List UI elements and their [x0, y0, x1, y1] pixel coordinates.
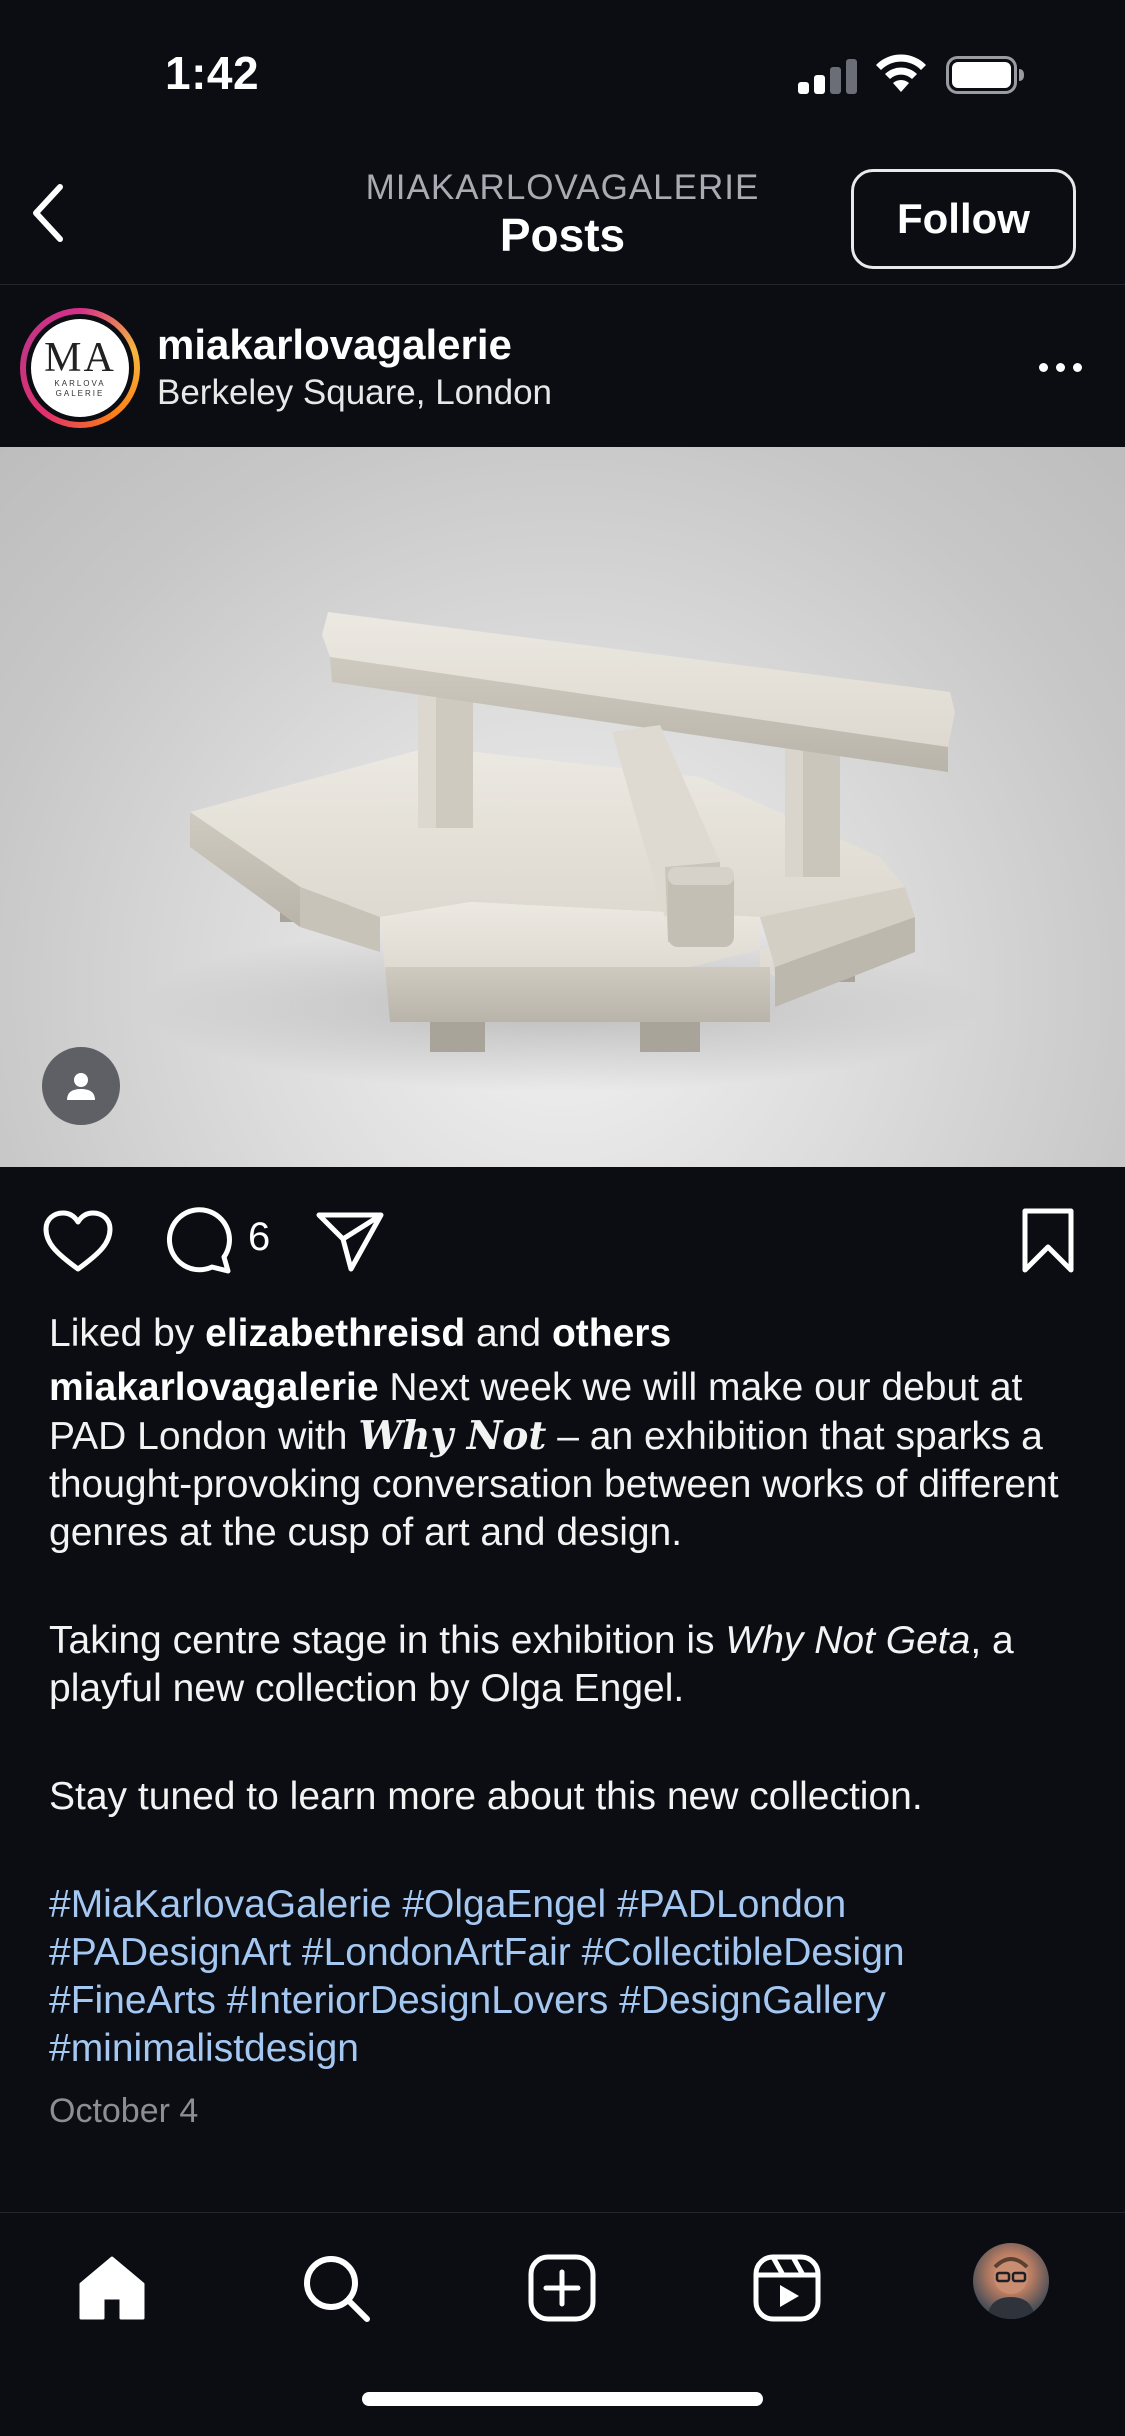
logo-subtext: KARLOVA	[54, 379, 106, 389]
navigation-header: MIAKARLOVAGALERIE Posts Follow	[0, 140, 1125, 285]
likes-summary[interactable]: Liked by elizabethreisd and others	[49, 1310, 1089, 1358]
profile-photo	[987, 2257, 1035, 2319]
follow-button[interactable]: Follow	[851, 169, 1076, 269]
like-button[interactable]	[40, 1205, 116, 1277]
add-post-icon	[528, 2254, 596, 2322]
liked-by-user[interactable]: elizabethreisd	[205, 1312, 465, 1355]
tab-home[interactable]	[67, 2243, 157, 2333]
wifi-icon	[876, 54, 926, 92]
hashtag[interactable]: #InteriorDesignLovers	[227, 1979, 609, 2022]
hashtag[interactable]: #LondonArtFair	[302, 1931, 571, 1974]
hashtag[interactable]: #CollectibleDesign	[582, 1931, 905, 1974]
hashtag[interactable]: #MiaKarlovaGalerie	[49, 1883, 392, 1926]
home-indicator	[362, 2392, 763, 2406]
bookmark-icon	[1022, 1208, 1074, 1273]
logo-mark: MA	[44, 335, 116, 382]
more-options-button[interactable]	[1030, 347, 1090, 387]
comment-button[interactable]	[160, 1205, 236, 1277]
post-image[interactable]	[0, 447, 1125, 1167]
caption-username[interactable]: miakarlovagalerie	[49, 1366, 379, 1409]
gallery-logo: MA KARLOVA GALERIE	[31, 319, 129, 417]
hashtag[interactable]: #OlgaEngel	[402, 1883, 606, 1926]
send-icon	[316, 1212, 384, 1272]
comment-icon	[166, 1207, 232, 1274]
caption-paragraph: Taking centre stage in this exhibition i…	[49, 1619, 1014, 1710]
tab-search[interactable]	[291, 2243, 381, 2333]
more-horizontal-icon	[1038, 362, 1082, 372]
comment-count[interactable]: 6	[248, 1215, 270, 1260]
avatar[interactable]: MA KARLOVA GALERIE	[20, 308, 140, 428]
post-caption: Liked by elizabethreisd and others miaka…	[49, 1310, 1089, 2135]
exhibition-title: Why Not	[358, 1413, 547, 1459]
post-date: October 4	[49, 2092, 199, 2130]
cellular-signal-icon	[798, 58, 858, 94]
hashtag[interactable]: #minimalistdesign	[49, 2027, 359, 2070]
user-icon	[67, 1073, 95, 1100]
tab-create[interactable]	[517, 2243, 607, 2333]
hashtag[interactable]: #PADesignArt	[49, 1931, 291, 1974]
tagged-people-button[interactable]	[42, 1047, 120, 1125]
caption-paragraph: Stay tuned to learn more about this new …	[49, 1775, 923, 1818]
post-actions: 6	[0, 1167, 1125, 1312]
home-icon	[79, 2256, 145, 2320]
hashtag[interactable]: #PADLondon	[617, 1883, 846, 1926]
status-bar: 1:42	[0, 0, 1125, 140]
share-button[interactable]	[312, 1205, 388, 1277]
search-icon	[304, 2256, 370, 2322]
hashtag[interactable]: #DesignGallery	[619, 1979, 886, 2022]
reels-icon	[753, 2254, 821, 2322]
caption-paragraph: miakarlovagalerie Next week we will make…	[49, 1366, 1059, 1554]
post-username[interactable]: miakarlovagalerie	[157, 321, 512, 369]
bench-sculpture-image	[140, 612, 980, 1092]
liked-by-others[interactable]: others	[552, 1312, 671, 1355]
tab-reels[interactable]	[742, 2243, 832, 2333]
status-time: 1:42	[165, 47, 260, 99]
profile-avatar[interactable]	[973, 2243, 1049, 2319]
heart-icon	[43, 1210, 113, 1272]
logo-subtext: GALERIE	[55, 389, 105, 398]
hashtag[interactable]: #FineArts	[49, 1979, 216, 2022]
save-button[interactable]	[1010, 1205, 1086, 1277]
post-location[interactable]: Berkeley Square, London	[157, 373, 552, 413]
hashtags: #MiaKarlovaGalerie #OlgaEngel #PADLondon…	[49, 1881, 1089, 2073]
battery-icon	[946, 56, 1024, 94]
collection-title: Why Not Geta	[725, 1619, 971, 1662]
post-header: MA KARLOVA GALERIE miakarlovagalerie Ber…	[0, 285, 1125, 447]
